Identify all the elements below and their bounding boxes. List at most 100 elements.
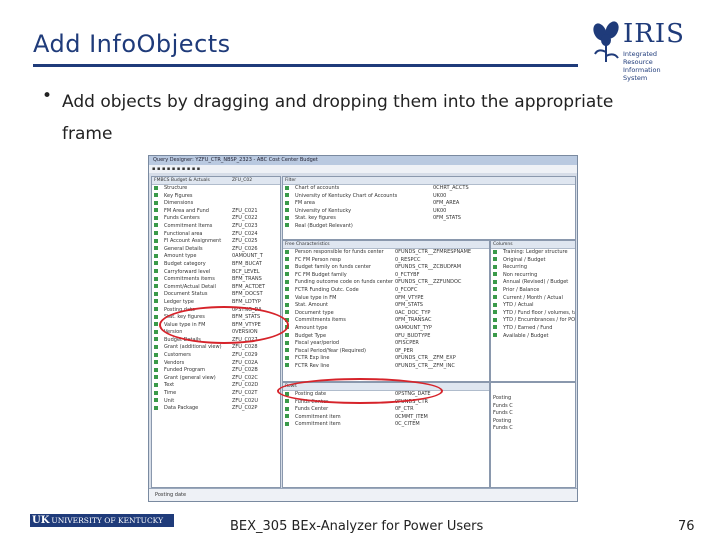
infoprovider-row[interactable]: FI Account Assignment ZFU_C025 bbox=[152, 238, 280, 246]
free-row[interactable]: Amount type 0AMOUNT_TYP bbox=[283, 325, 489, 333]
free-row[interactable]: Fiscal Period/Year (Required) 0F_PER bbox=[283, 348, 489, 356]
infoprovider-row[interactable]: Dimensions bbox=[152, 200, 280, 208]
infoprovider-row[interactable]: Commitments items BFM_TRANS bbox=[152, 276, 280, 284]
infoprovider-row[interactable]: Funds Centers ZFU_C022 bbox=[152, 215, 280, 223]
characteristic-icon bbox=[285, 414, 289, 419]
free-row[interactable]: Commitments items 0FM_TRANSAC bbox=[283, 317, 489, 325]
columns-row[interactable]: Current / Month / Actual bbox=[491, 295, 575, 303]
free-row[interactable]: FC FM Budget family 0_FCTYBF bbox=[283, 272, 489, 280]
free-label: FCTR Rev line bbox=[295, 362, 330, 369]
columns-row[interactable]: YTD / Actual bbox=[491, 302, 575, 310]
columns-row[interactable]: Annual (Revised) / Budget bbox=[491, 279, 575, 287]
free-technical-name: 0_FCOFC bbox=[395, 286, 418, 293]
characteristic-icon bbox=[154, 215, 158, 220]
infoprovider-row[interactable]: Unit ZFU_C02U bbox=[152, 398, 280, 406]
infoprovider-row[interactable]: General Details ZFU_C026 bbox=[152, 246, 280, 254]
characteristic-icon bbox=[285, 348, 289, 353]
characteristic-icon bbox=[154, 352, 158, 357]
free-row[interactable]: Fiscal year/period 0FISCPER bbox=[283, 340, 489, 348]
free-row[interactable]: Funding outcome code on funds center 0FUN… bbox=[283, 279, 489, 287]
infoprovider-row[interactable]: Funded Program ZFU_C02B bbox=[152, 367, 280, 375]
infoprovider-row[interactable]: FM Area and Fund ZFU_C021 bbox=[152, 208, 280, 216]
infoprovider-row[interactable]: Grant (general view) ZFU_C02C bbox=[152, 375, 280, 383]
infoprovider-row[interactable]: Grant (additional view) ZFU_C028 bbox=[152, 344, 280, 352]
infoprovider-technical-name: 0AMOUNT_T bbox=[232, 253, 263, 260]
filter-technical-name: 0FM_AREA bbox=[433, 200, 460, 207]
columns-row[interactable]: YTD / Fund floor / volumes, tags bbox=[491, 310, 575, 318]
infoprovider-row[interactable]: Commitment Items ZFU_C023 bbox=[152, 223, 280, 231]
filter-row[interactable]: University of Kentucky UK00 bbox=[283, 208, 575, 216]
filter-row[interactable]: Real (Budget Relevant) bbox=[283, 223, 575, 231]
characteristic-icon bbox=[154, 193, 158, 198]
rows-technical-name: 0F_CTR bbox=[395, 406, 414, 413]
free-row[interactable]: Document type 0AC_DOC_TYP bbox=[283, 310, 489, 318]
free-technical-name: 0FM_TRANSAC bbox=[395, 317, 432, 324]
columns-label: Available / Budget bbox=[503, 332, 549, 339]
free-label: Funding outcome code on funds center bbox=[295, 279, 393, 286]
infoprovider-technical-name: BCF_LEVEL bbox=[232, 268, 260, 275]
free-label: Stat. Amount bbox=[295, 302, 328, 309]
rows-row[interactable]: Commitment item 0C_CITEM bbox=[283, 421, 489, 429]
characteristic-icon bbox=[154, 382, 158, 387]
free-row[interactable]: Value type in FM 0FM_VTYPE bbox=[283, 295, 489, 303]
infoprovider-row[interactable]: Customers ZFU_C029 bbox=[152, 352, 280, 360]
window-title: Query Designer: YZFU_CTR_NBSP_2323 - ABC… bbox=[149, 156, 577, 165]
free-technical-name: 0_FCTYBF bbox=[395, 271, 420, 278]
infoprovider-row[interactable]: Key Figures bbox=[152, 193, 280, 201]
characteristic-icon bbox=[285, 421, 289, 426]
columns-row[interactable]: Training: Ledger structure bbox=[491, 249, 575, 257]
free-row[interactable]: FC FM Person resp 0_RESPCC bbox=[283, 257, 489, 265]
columns-row[interactable]: Prior / Balance bbox=[491, 287, 575, 295]
columns-row[interactable]: Available / Budget bbox=[491, 333, 575, 341]
characteristic-icon bbox=[285, 355, 289, 360]
rows-row[interactable]: Funds Center 0F_CTR bbox=[283, 406, 489, 414]
infoprovider-row[interactable]: Vendors ZFU_C02A bbox=[152, 360, 280, 368]
infoprovider-row[interactable]: Budget category BFM_BUCAT bbox=[152, 261, 280, 269]
rows-row[interactable]: Commitment item 0CMMT_ITEM bbox=[283, 414, 489, 422]
infoprovider-row[interactable]: Amount type 0AMOUNT_T bbox=[152, 253, 280, 261]
characteristic-icon bbox=[285, 249, 289, 254]
infoprovider-row[interactable]: Text ZFU_C02D bbox=[152, 382, 280, 390]
columns-row[interactable]: YTD / Earned / Fund bbox=[491, 325, 575, 333]
infoprovider-label: Time bbox=[164, 390, 177, 397]
free-row[interactable]: FCTR Funding Outc. Code 0_FCOFC bbox=[283, 287, 489, 295]
preview-label: Funds C bbox=[493, 410, 513, 417]
columns-row[interactable]: Recurring bbox=[491, 264, 575, 272]
infoprovider-label: Commitments items bbox=[164, 276, 215, 283]
filter-label: FM area bbox=[295, 200, 315, 207]
characteristic-icon bbox=[154, 307, 158, 311]
free-row[interactable]: Stat. Amount 0FM_STATS bbox=[283, 302, 489, 310]
infoprovider-row[interactable]: Document Status BFM_DOCST bbox=[152, 291, 280, 299]
filter-row[interactable]: Stat. key figures 0FM_STATS bbox=[283, 215, 575, 223]
columns-row[interactable]: Non recurring bbox=[491, 272, 575, 280]
characteristic-icon bbox=[154, 367, 158, 372]
infoprovider-row[interactable]: Structure bbox=[152, 185, 280, 193]
free-row[interactable]: Budget Type 0FU_BUDTYPE bbox=[283, 333, 489, 341]
infoprovider-row[interactable]: Commt/Actual Detail BFM_ACTDET bbox=[152, 284, 280, 292]
columns-pane: Columns Training: Ledger structure Origin… bbox=[490, 240, 576, 382]
infoprovider-row[interactable]: Time ZFU_C02T bbox=[152, 390, 280, 398]
toolbar-icons: ▪ ▪ ▪ ▪ ▪ ▪ ▪ ▪ ▪ ▪ bbox=[152, 166, 201, 172]
infoprovider-label: Funds Centers bbox=[164, 215, 200, 222]
iris-logo: IRIS Integrated Resource Information Sys… bbox=[590, 16, 700, 82]
infoprovider-row[interactable]: Data Package ZFU_C02P bbox=[152, 405, 280, 413]
status-bar: Posting date bbox=[149, 488, 577, 501]
free-row[interactable]: FCTR Exp line 0FUNDS_CTR__ZFM_EXP bbox=[283, 355, 489, 363]
infoprovider-row[interactable]: Carryforward level BCF_LEVEL bbox=[152, 269, 280, 277]
free-row[interactable]: Person responsible for funds center 0FUND… bbox=[283, 249, 489, 257]
infoprovider-technical-name: ZFU_C02P bbox=[232, 405, 258, 412]
characteristic-icon bbox=[493, 310, 497, 315]
filter-row[interactable]: Chart of accounts 0CHRT_ACCTS bbox=[283, 185, 575, 193]
free-row[interactable]: Budget family on funds center 0FUNDS_CTR_… bbox=[283, 264, 489, 272]
columns-row[interactable]: Original / Budget bbox=[491, 257, 575, 265]
columns-row[interactable]: YTD / Encumbrances / for PO's bbox=[491, 317, 575, 325]
filter-row[interactable]: FM area 0FM_AREA bbox=[283, 200, 575, 208]
characteristic-icon bbox=[154, 276, 158, 281]
infoprovider-technical-name: ZFU_C021 bbox=[232, 207, 258, 214]
logo-subtitle: Integrated Resource Information System bbox=[623, 50, 661, 82]
filter-technical-name: 0CHRT_ACCTS bbox=[433, 185, 469, 191]
infoprovider-row[interactable]: Functional area ZFU_C024 bbox=[152, 231, 280, 239]
free-row[interactable]: FCTR Rev line 0FUNDS_CTR__ZFM_INC bbox=[283, 363, 489, 371]
preview-label: Posting bbox=[493, 417, 512, 424]
filter-row[interactable]: University of Kentucky Chart of Accounts… bbox=[283, 193, 575, 201]
